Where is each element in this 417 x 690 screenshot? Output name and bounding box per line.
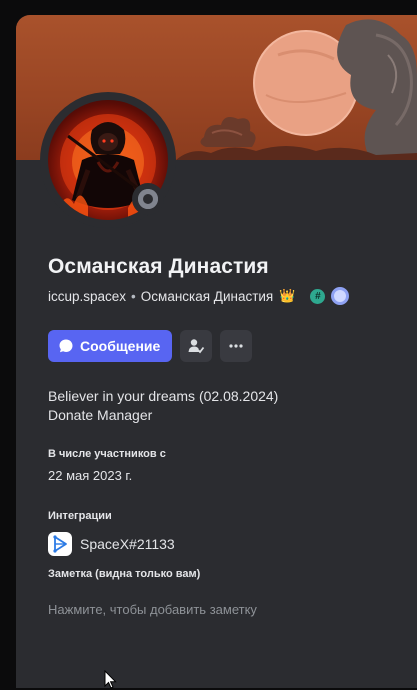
spacex-logo-icon bbox=[53, 535, 67, 553]
integration-name: SpaceX#21133 bbox=[80, 536, 175, 552]
note-title: Заметка (видна только вам) bbox=[48, 568, 201, 580]
person-check-icon bbox=[188, 339, 205, 354]
friend-status-button[interactable] bbox=[180, 330, 213, 362]
mouse-pointer-icon bbox=[104, 670, 117, 689]
member-since-title: В числе участников с bbox=[48, 448, 166, 460]
hashtag-badge-icon[interactable]: # bbox=[310, 288, 326, 304]
message-button[interactable]: Сообщение bbox=[48, 330, 173, 362]
username[interactable]: iccup.spacex bbox=[48, 289, 126, 304]
about-line: Donate Manager bbox=[48, 407, 153, 423]
more-options-button[interactable] bbox=[220, 330, 253, 362]
profile-subline: iccup.spacex • Османская Династия 👑 # bbox=[48, 287, 350, 305]
crown-icon: 👑 bbox=[279, 288, 296, 303]
server-tag[interactable]: Османская Династия bbox=[141, 289, 273, 304]
profile-actions: Сообщение bbox=[48, 330, 253, 362]
integration-item[interactable]: SpaceX#21133 bbox=[48, 532, 175, 556]
message-button-label: Сообщение bbox=[80, 338, 161, 354]
separator-dot: • bbox=[131, 288, 136, 304]
note-field[interactable]: Нажмите, чтобы добавить заметку bbox=[48, 602, 378, 622]
status-offline-indicator bbox=[132, 183, 164, 215]
more-dots-icon bbox=[229, 344, 243, 348]
about-me: Believer in your dreams (02.08.2024) Don… bbox=[48, 387, 278, 425]
display-name: Османская Династия bbox=[48, 255, 269, 278]
integrations-title: Интеграции bbox=[48, 510, 112, 522]
nitro-badge-icon[interactable] bbox=[331, 287, 350, 305]
spacex-app-icon bbox=[48, 532, 72, 556]
about-line: Believer in your dreams (02.08.2024) bbox=[48, 388, 279, 404]
member-since-value: 22 мая 2023 г. bbox=[48, 468, 133, 483]
chat-bubble-icon bbox=[59, 339, 73, 353]
profile-card: Османская Династия iccup.spacex • Османс… bbox=[16, 15, 417, 688]
